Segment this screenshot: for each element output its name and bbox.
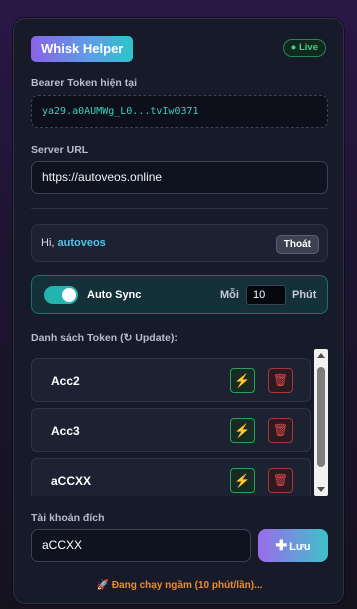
user-greeting-box: Hi, autoveos Thoát	[31, 224, 328, 262]
activate-token-button[interactable]: ⚡	[230, 418, 255, 443]
bearer-token-display: ya29.a0AUMWg_L0...tvIw0371	[31, 95, 328, 128]
trash-icon: 🗑	[272, 373, 289, 387]
interval-unit-label: Phút	[292, 289, 317, 301]
token-list: Acc2 ⚡ 🗑 Acc3 ⚡ 🗑 aCCXX ⚡ 🗑	[31, 349, 328, 496]
save-button[interactable]: ✚ Lưu	[258, 529, 328, 562]
logout-button[interactable]: Thoát	[275, 235, 319, 254]
activate-token-button[interactable]: ⚡	[230, 468, 255, 493]
user-name: autoveos	[57, 237, 106, 249]
plus-icon: ✚	[275, 537, 288, 553]
toggle-knob	[62, 288, 76, 302]
server-url-label: Server URL	[31, 144, 89, 156]
greeting-prefix: Hi,	[41, 237, 58, 249]
section-divider	[31, 208, 328, 209]
live-status-badge: ● Live	[282, 39, 326, 57]
scroll-up-arrow-icon[interactable]	[317, 353, 325, 358]
token-row: aCCXX ⚡ 🗑	[31, 458, 311, 496]
token-row-name: Acc2	[51, 374, 80, 388]
bolt-icon: ⚡	[234, 423, 251, 438]
target-account-input[interactable]: aCCXX	[31, 529, 251, 562]
auto-sync-toggle[interactable]	[44, 286, 78, 304]
delete-token-button[interactable]: 🗑	[268, 468, 293, 493]
delete-token-button[interactable]: 🗑	[268, 368, 293, 393]
auto-sync-box: Auto Sync Mỗi 10 Phút	[31, 275, 328, 314]
token-row: Acc2 ⚡ 🗑	[31, 358, 311, 402]
token-row-name: aCCXX	[51, 474, 92, 488]
token-list-scrollbar[interactable]	[314, 349, 328, 496]
scroll-down-arrow-icon[interactable]	[317, 487, 325, 492]
auto-sync-label: Auto Sync	[87, 289, 142, 301]
delete-token-button[interactable]: 🗑	[268, 418, 293, 443]
app-title: Whisk Helper	[31, 36, 134, 62]
scroll-thumb[interactable]	[317, 367, 325, 467]
save-button-label: Lưu	[289, 541, 311, 553]
greeting-text: Hi, autoveos	[41, 237, 106, 249]
interval-prefix-label: Mỗi	[220, 289, 239, 301]
trash-icon: 🗑	[272, 423, 289, 437]
bolt-icon: ⚡	[234, 373, 251, 388]
sync-interval-input[interactable]: 10	[246, 285, 286, 305]
helper-panel: Whisk Helper ● Live Bearer Token hiện tạ…	[13, 18, 344, 604]
bolt-icon: ⚡	[234, 473, 251, 488]
token-row-name: Acc3	[51, 424, 80, 438]
bearer-token-label: Bearer Token hiện tại	[31, 77, 138, 89]
trash-icon: 🗑	[272, 473, 289, 487]
token-list-label: Danh sách Token (↻ Update):	[31, 332, 178, 344]
server-url-input[interactable]: https://autoveos.online	[31, 161, 328, 194]
token-row: Acc3 ⚡ 🗑	[31, 408, 311, 452]
activate-token-button[interactable]: ⚡	[230, 368, 255, 393]
background-status-text: 🚀 Đang chạy ngầm (10 phút/lần)...	[96, 580, 263, 591]
target-account-label: Tài khoản đích	[31, 512, 105, 524]
